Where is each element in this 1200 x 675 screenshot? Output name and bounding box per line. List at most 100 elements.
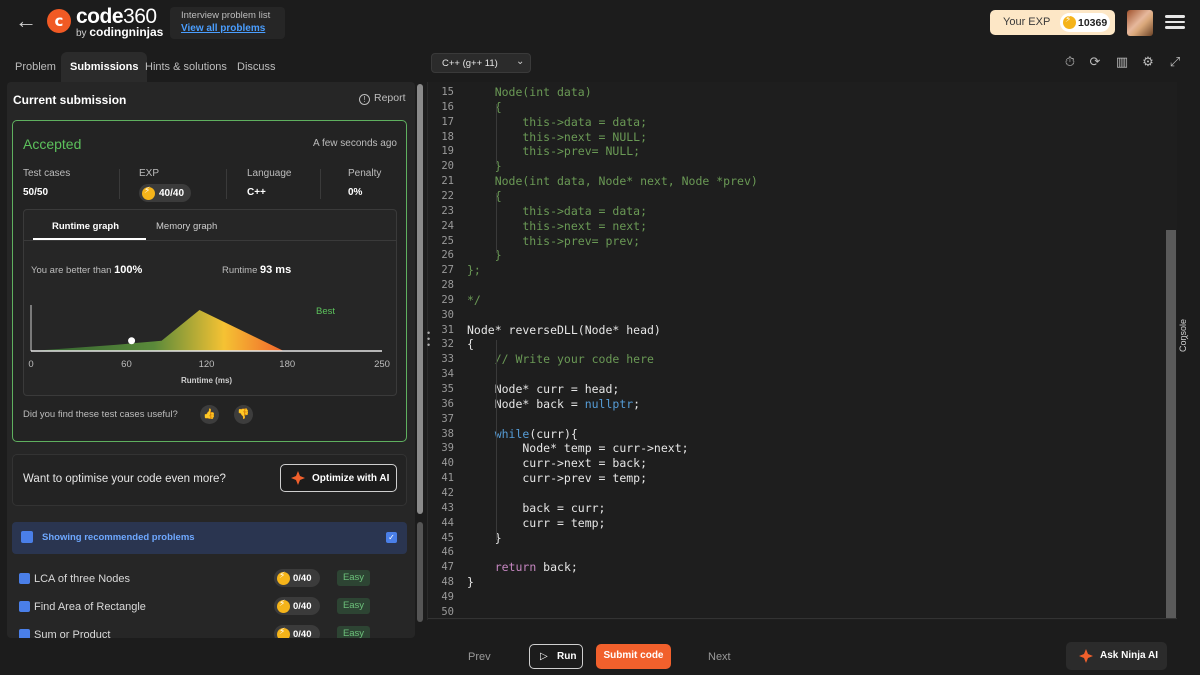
fullscreen-icon[interactable]: ⤢ xyxy=(1168,56,1182,70)
line-number: 21 xyxy=(441,175,454,188)
problem-name[interactable]: Sum or Product xyxy=(34,629,110,638)
thumbs-up-icon xyxy=(19,601,30,612)
play-icon: ▷ xyxy=(540,651,548,662)
line-number: 23 xyxy=(441,204,454,217)
next-button[interactable]: Next xyxy=(708,651,731,663)
line-number: 16 xyxy=(441,100,454,113)
x-axis-label: Runtime (ms) xyxy=(181,376,232,385)
report-button[interactable]: ! Report xyxy=(359,92,406,105)
lightning-coin-icon xyxy=(277,627,290,638)
ask-ninja-ai-button[interactable]: Ask Ninja AI xyxy=(1066,642,1167,670)
editor-bottom-border xyxy=(428,618,1178,619)
gear-icon[interactable]: ⚙ xyxy=(1141,56,1155,70)
active-tab-underline xyxy=(33,238,146,240)
tab-submissions[interactable]: Submissions xyxy=(61,52,148,82)
line-number: 37 xyxy=(441,412,454,425)
better-than-value: 100% xyxy=(114,264,143,276)
line-number: 25 xyxy=(441,234,454,247)
list-item[interactable]: LCA of three Nodes 0/40 Easy xyxy=(12,567,407,593)
legend-label: Best xyxy=(316,306,335,317)
tab-memory-graph[interactable]: Memory graph xyxy=(156,221,217,232)
hamburger-menu-icon[interactable] xyxy=(1165,12,1185,32)
code-line: Node* curr = head; xyxy=(467,382,620,396)
layout-icon[interactable]: ▥ xyxy=(1115,56,1129,70)
line-number: 20 xyxy=(441,160,454,173)
line-number: 31 xyxy=(441,323,454,336)
problem-name[interactable]: LCA of three Nodes xyxy=(34,573,130,585)
thumbs-up-icon[interactable]: 👍 xyxy=(200,405,219,424)
runtime-stat: Runtime 93 ms xyxy=(222,264,291,276)
tab-hints-solutions[interactable]: Hints & solutions xyxy=(145,58,227,82)
run-button[interactable]: ▷ Run xyxy=(529,644,583,669)
code-line: }; xyxy=(467,263,481,278)
thumbs-up-icon xyxy=(21,531,33,543)
ninja-star-icon xyxy=(1079,649,1093,663)
current-submission-title: Current submission xyxy=(13,93,127,107)
accepted-card: Accepted A few seconds ago Test cases 50… xyxy=(12,120,407,442)
divider xyxy=(119,169,120,199)
problem-list-title: Interview problem list xyxy=(181,10,271,21)
recommended-header: Showing recommended problems ✓ xyxy=(12,522,407,554)
line-number: 18 xyxy=(441,130,454,143)
lightning-coin-icon xyxy=(1063,15,1076,29)
left-panel-scrollbar[interactable] xyxy=(415,82,425,638)
runtime-graph-card: Runtime graph Memory graph You are bette… xyxy=(23,209,397,396)
view-all-problems-link[interactable]: View all problems xyxy=(181,23,274,34)
code-line: Node* back = nullptr; xyxy=(467,396,641,411)
exp-widget[interactable]: Your EXP 10369 xyxy=(990,10,1115,35)
x-tick-label: 120 xyxy=(199,359,215,370)
lightning-coin-icon xyxy=(142,186,155,200)
logo-brand: codingninjas xyxy=(89,25,164,39)
prev-button[interactable]: Prev xyxy=(468,651,491,663)
list-item[interactable]: Sum or Product 0/40 Easy xyxy=(12,623,407,638)
submit-code-button[interactable]: Submit code xyxy=(596,644,671,669)
exp-stat-value: 40/40 xyxy=(159,188,185,199)
lightning-coin-icon xyxy=(277,599,290,613)
code-line: back = curr; xyxy=(467,500,606,515)
optimize-with-ai-button[interactable]: Optimize with AI xyxy=(280,464,397,492)
test-cases-label: Test cases xyxy=(23,168,71,179)
run-label: Run xyxy=(557,651,577,662)
line-number: 34 xyxy=(441,368,454,381)
tab-problem[interactable]: Problem xyxy=(15,58,56,82)
code-line: this->prev= prev; xyxy=(467,233,641,248)
exp-value: 0/40 xyxy=(293,573,312,584)
code-line: curr->prev = temp; xyxy=(467,471,648,486)
penalty-value: 0% xyxy=(348,187,363,198)
divider xyxy=(320,169,321,199)
reset-icon[interactable]: ⟳ xyxy=(1088,56,1102,70)
code-editor[interactable]: 15 16 17 18 19 20 21 22 23 24 25 26 27 28 29 30 31 32 33 34… xyxy=(427,82,1178,620)
line-number: 39 xyxy=(441,442,454,455)
tab-runtime-graph[interactable]: Runtime graph xyxy=(52,221,119,232)
difficulty-badge: Easy xyxy=(337,570,370,586)
submission-panel: Current submission ! Report Accepted A fe… xyxy=(7,82,415,638)
x-tick-label: 250 xyxy=(374,359,390,370)
recommended-checkbox[interactable]: ✓ xyxy=(386,532,397,543)
console-panel[interactable]: ‹ Console xyxy=(1177,82,1200,638)
resize-handle-icon[interactable]: • • • xyxy=(427,329,431,350)
exp-badge: 0/40 xyxy=(274,569,320,587)
problem-name[interactable]: Find Area of Rectangle xyxy=(34,601,146,613)
language-label: Language xyxy=(247,168,292,179)
language-select[interactable]: C++ (g++ 11) ⌄ xyxy=(431,53,531,73)
x-tick-label: 180 xyxy=(279,359,295,370)
list-item[interactable]: Find Area of Rectangle 0/40 Easy xyxy=(12,595,407,621)
chevron-down-icon: ⌄ xyxy=(516,56,525,67)
editor-scrollbar[interactable] xyxy=(1166,230,1176,618)
timer-icon[interactable]: ⏱ xyxy=(1063,56,1077,70)
scrollbar-thumb[interactable] xyxy=(417,84,423,514)
back-arrow-icon[interactable]: ← xyxy=(14,10,38,34)
line-number: 26 xyxy=(441,249,454,262)
logo-icon[interactable]: c xyxy=(47,9,71,33)
runtime-marker xyxy=(128,337,136,345)
line-number: 47 xyxy=(441,561,454,574)
lightning-coin-icon xyxy=(277,571,290,585)
x-tick-label: 0 xyxy=(28,359,33,370)
optimize-button-label: Optimize with AI xyxy=(312,473,390,484)
thumbs-down-icon[interactable]: 👎 xyxy=(234,405,253,424)
tab-discuss[interactable]: Discuss xyxy=(237,58,276,82)
avatar[interactable] xyxy=(1127,10,1153,36)
line-number: 35 xyxy=(441,383,454,395)
code-line: { xyxy=(467,337,474,352)
status-accepted: Accepted xyxy=(23,136,82,152)
